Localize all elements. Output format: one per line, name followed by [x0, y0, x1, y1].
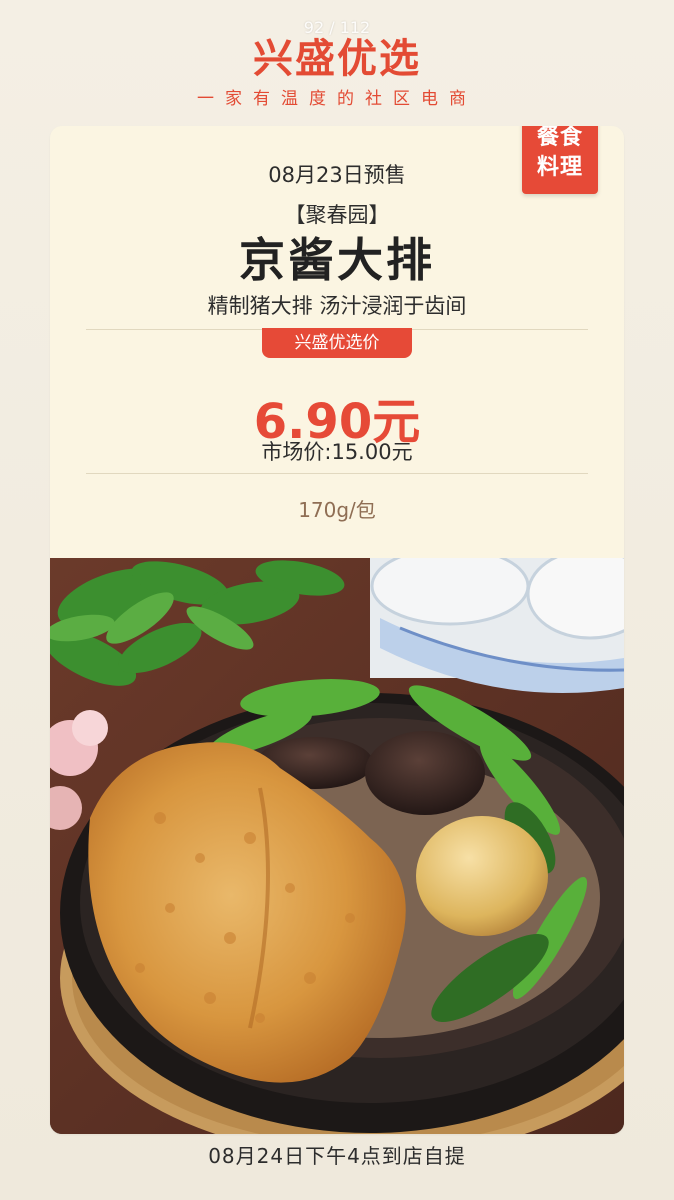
product-title: 京酱大排 — [239, 233, 435, 287]
product-card[interactable]: 餐食 料理 08月23日预售 【聚春园】 京酱大排 精制猪大排 汤汁浸润于齿间 … — [50, 126, 624, 1134]
product-photo — [50, 558, 624, 1134]
product-subtitle: 精制猪大排 汤汁浸润于齿间 — [207, 294, 467, 318]
product-weight: 170g/包 — [298, 498, 376, 522]
poster-page: 92 / 112 兴盛优选 一家有温度的社区电商 餐食 料理 08月23日预售 … — [0, 0, 674, 1200]
brand-slogan: 一家有温度的社区电商 — [197, 89, 477, 109]
market-price: 市场价:15.00元 — [261, 440, 413, 464]
category-badge-line-2: 料理 — [536, 155, 583, 180]
price-label: 兴盛优选价 — [262, 328, 412, 358]
category-badge: 餐食 料理 — [522, 126, 598, 194]
header: 92 / 112 兴盛优选 一家有温度的社区电商 — [0, 0, 674, 112]
category-badge-line-1: 餐食 — [536, 126, 583, 150]
pickup-info: 08月24日下午4点到店自提 — [208, 1144, 466, 1168]
divider-bottom — [86, 473, 588, 474]
product-photo-illustration — [50, 558, 624, 1134]
brand-logo-text: 兴盛优选 — [253, 36, 421, 82]
